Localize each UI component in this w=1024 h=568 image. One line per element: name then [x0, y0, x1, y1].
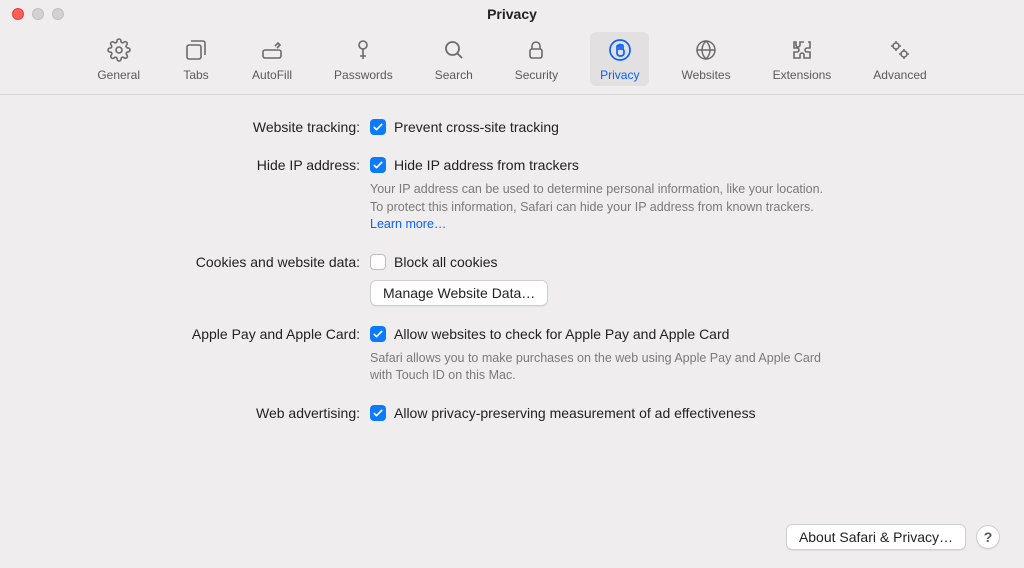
titlebar: Privacy — [0, 0, 1024, 28]
tab-label: Search — [435, 68, 473, 82]
section-label: Web advertising: — [40, 403, 370, 423]
tab-label: Websites — [681, 68, 730, 82]
tab-label: Security — [515, 68, 558, 82]
tab-label: Advanced — [873, 68, 926, 82]
puzzle-icon — [788, 36, 816, 64]
window-controls — [12, 8, 64, 20]
checkbox-icon — [370, 157, 386, 173]
gears-icon — [886, 36, 914, 64]
window-title: Privacy — [0, 0, 1024, 28]
tab-tabs[interactable]: Tabs — [172, 32, 220, 86]
web-advertising-checkbox[interactable]: Allow privacy-preserving measurement of … — [370, 403, 984, 423]
checkbox-icon — [370, 405, 386, 421]
tab-autofill[interactable]: AutoFill — [242, 32, 302, 86]
tab-extensions[interactable]: Extensions — [763, 32, 842, 86]
tab-privacy[interactable]: Privacy — [590, 32, 649, 86]
minimize-window-button[interactable] — [32, 8, 44, 20]
section-label: Website tracking: — [40, 117, 370, 137]
checkbox-label: Prevent cross-site tracking — [394, 117, 559, 137]
tab-passwords[interactable]: Passwords — [324, 32, 403, 86]
hand-icon — [606, 36, 634, 64]
search-icon — [440, 36, 468, 64]
checkbox-label: Block all cookies — [394, 252, 498, 272]
checkbox-icon — [370, 254, 386, 270]
tab-label: General — [97, 68, 140, 82]
tabs-icon — [182, 36, 210, 64]
section-label: Cookies and website data: — [40, 252, 370, 272]
preferences-toolbar: General Tabs AutoFill Passwords Search S… — [0, 28, 1024, 95]
prevent-cross-site-tracking-checkbox[interactable]: Prevent cross-site tracking — [370, 117, 984, 137]
section-hide-ip: Hide IP address: Hide IP address from tr… — [40, 155, 984, 234]
help-button[interactable]: ? — [976, 525, 1000, 549]
close-window-button[interactable] — [12, 8, 24, 20]
zoom-window-button[interactable] — [52, 8, 64, 20]
privacy-content: Website tracking: Prevent cross-site tra… — [0, 95, 1024, 423]
tab-label: Extensions — [773, 68, 832, 82]
section-apple-pay: Apple Pay and Apple Card: Allow websites… — [40, 324, 984, 385]
section-label: Apple Pay and Apple Card: — [40, 324, 370, 344]
tab-label: Privacy — [600, 68, 639, 82]
lock-icon — [522, 36, 550, 64]
tab-label: AutoFill — [252, 68, 292, 82]
section-label: Hide IP address: — [40, 155, 370, 175]
gear-icon — [105, 36, 133, 64]
section-web-advertising: Web advertising: Allow privacy-preservin… — [40, 403, 984, 423]
about-safari-privacy-button[interactable]: About Safari & Privacy… — [786, 524, 966, 550]
checkbox-label: Allow websites to check for Apple Pay an… — [394, 324, 729, 344]
block-cookies-checkbox[interactable]: Block all cookies — [370, 252, 984, 272]
tab-label: Passwords — [334, 68, 393, 82]
hide-ip-description: Your IP address can be used to determine… — [370, 181, 830, 234]
section-website-tracking: Website tracking: Prevent cross-site tra… — [40, 117, 984, 137]
hide-ip-checkbox[interactable]: Hide IP address from trackers — [370, 155, 984, 175]
checkbox-icon — [370, 326, 386, 342]
footer: About Safari & Privacy… ? — [786, 524, 1000, 550]
tab-websites[interactable]: Websites — [671, 32, 740, 86]
key-icon — [349, 36, 377, 64]
tab-advanced[interactable]: Advanced — [863, 32, 936, 86]
learn-more-link[interactable]: Learn more… — [370, 217, 446, 231]
checkbox-icon — [370, 119, 386, 135]
section-cookies: Cookies and website data: Block all cook… — [40, 252, 984, 306]
tab-security[interactable]: Security — [505, 32, 568, 86]
checkbox-label: Allow privacy-preserving measurement of … — [394, 403, 756, 423]
manage-website-data-button[interactable]: Manage Website Data… — [370, 280, 548, 306]
apple-pay-checkbox[interactable]: Allow websites to check for Apple Pay an… — [370, 324, 984, 344]
pencil-icon — [258, 36, 286, 64]
tab-label: Tabs — [183, 68, 208, 82]
globe-icon — [692, 36, 720, 64]
tab-general[interactable]: General — [87, 32, 150, 86]
checkbox-label: Hide IP address from trackers — [394, 155, 579, 175]
tab-search[interactable]: Search — [425, 32, 483, 86]
apple-pay-description: Safari allows you to make purchases on t… — [370, 350, 830, 385]
